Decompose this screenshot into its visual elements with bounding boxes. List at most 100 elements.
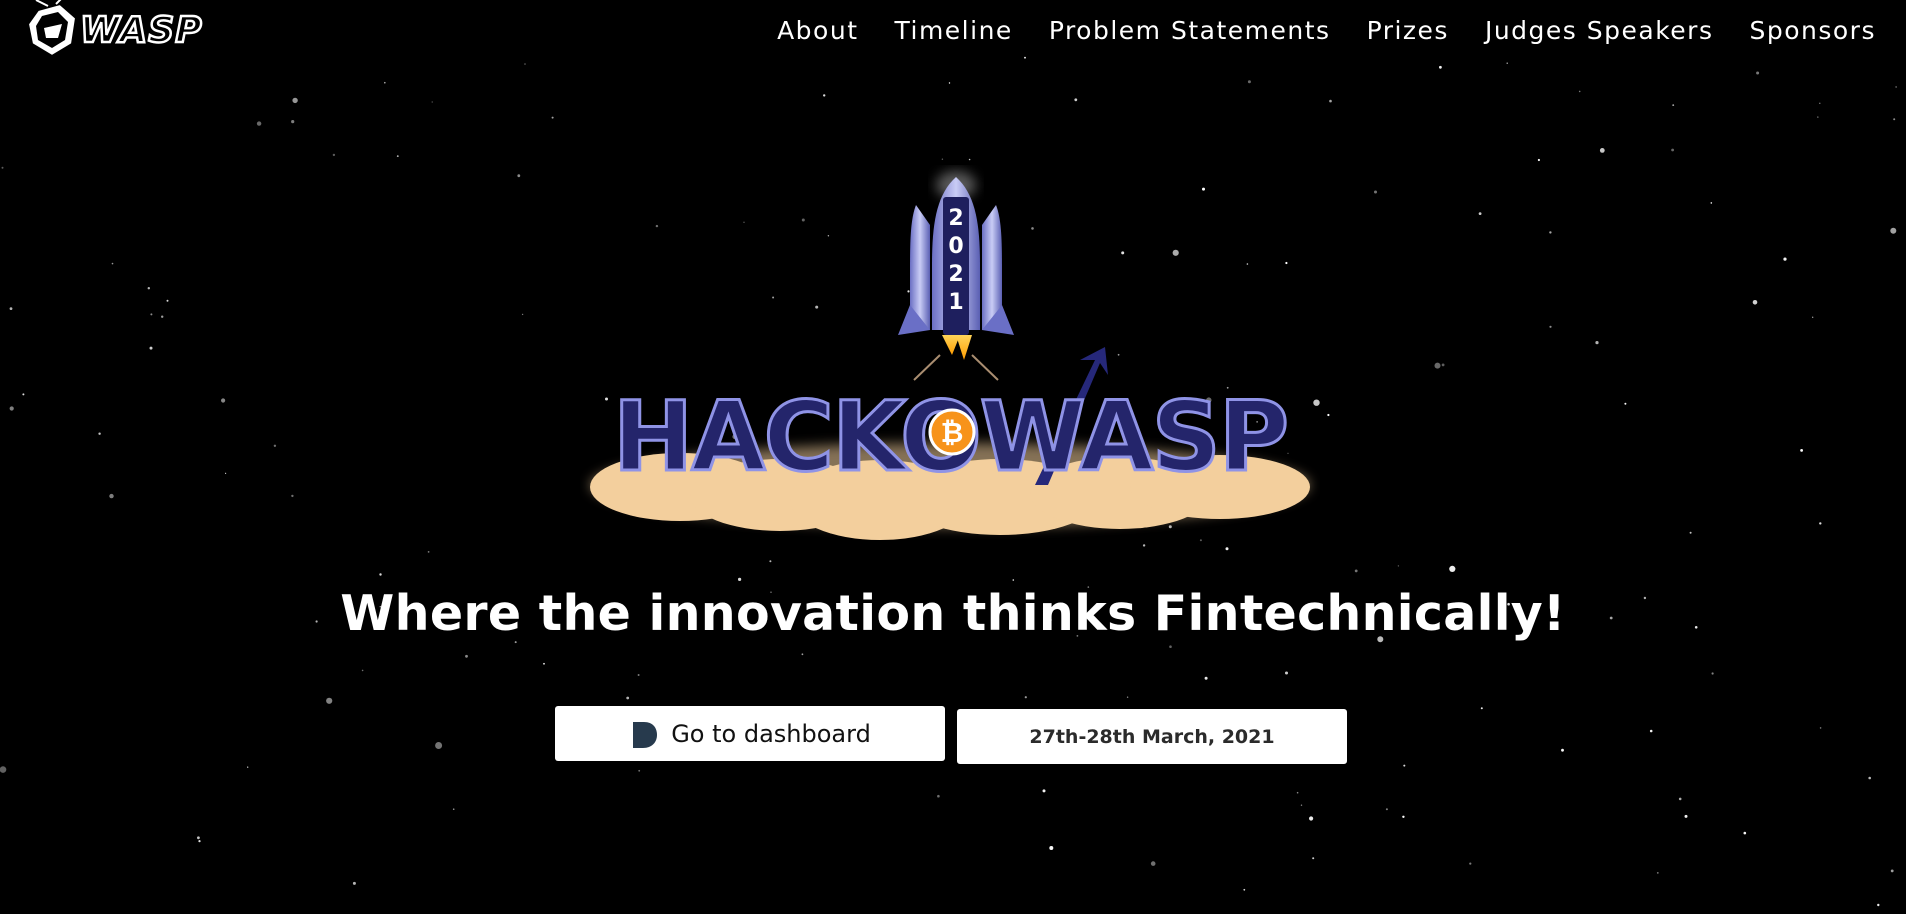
star bbox=[1537, 158, 1540, 162]
star bbox=[1672, 104, 1675, 106]
star bbox=[941, 158, 944, 160]
star bbox=[1599, 148, 1605, 153]
star bbox=[1819, 522, 1822, 525]
star bbox=[1756, 71, 1760, 75]
star bbox=[638, 769, 641, 772]
star bbox=[1549, 231, 1552, 234]
rocket-year-digit-2: 0 bbox=[948, 234, 963, 259]
nav-judges-speakers[interactable]: Judges Speakers bbox=[1467, 12, 1732, 49]
star bbox=[1895, 86, 1897, 88]
event-date-label: 27th-28th March, 2021 bbox=[1029, 725, 1275, 748]
star bbox=[1309, 816, 1314, 821]
star bbox=[1296, 791, 1299, 794]
star bbox=[769, 560, 772, 563]
star bbox=[1893, 118, 1896, 121]
bitcoin-icon: ₿ bbox=[928, 408, 976, 456]
star bbox=[1817, 116, 1819, 118]
nav-prizes[interactable]: Prizes bbox=[1349, 12, 1467, 49]
star bbox=[147, 287, 150, 290]
star bbox=[221, 398, 226, 403]
nav-problem-statements[interactable]: Problem Statements bbox=[1031, 12, 1349, 49]
star bbox=[1561, 748, 1564, 752]
star bbox=[1329, 99, 1332, 103]
star bbox=[22, 393, 25, 396]
star bbox=[1595, 341, 1599, 345]
go-to-dashboard-button[interactable]: Go to dashboard bbox=[555, 706, 945, 761]
star bbox=[1327, 413, 1330, 417]
star bbox=[1689, 531, 1692, 534]
star bbox=[1312, 857, 1315, 860]
top-nav: About Timeline Problem Statements Prizes… bbox=[759, 12, 1894, 49]
star bbox=[361, 669, 364, 672]
star bbox=[1397, 565, 1400, 567]
star bbox=[384, 81, 386, 84]
star bbox=[823, 94, 826, 97]
star bbox=[1684, 814, 1688, 818]
star bbox=[111, 262, 114, 265]
star bbox=[1204, 676, 1208, 680]
star bbox=[1549, 325, 1552, 328]
star bbox=[524, 63, 526, 65]
star bbox=[1710, 202, 1713, 204]
star bbox=[1403, 764, 1406, 767]
star bbox=[1024, 696, 1027, 699]
star bbox=[225, 472, 227, 474]
nav-timeline[interactable]: Timeline bbox=[877, 12, 1031, 49]
star bbox=[1049, 846, 1054, 850]
nav-sponsors[interactable]: Sponsors bbox=[1731, 12, 1894, 49]
star bbox=[1402, 815, 1405, 818]
star bbox=[1449, 565, 1456, 573]
star bbox=[1385, 808, 1388, 811]
star bbox=[197, 836, 200, 840]
hero-tagline: Where the innovation thinks Fintechnical… bbox=[340, 585, 1566, 642]
star bbox=[1, 166, 4, 169]
star bbox=[1434, 362, 1441, 369]
event-date-button[interactable]: 27th-28th March, 2021 bbox=[957, 709, 1347, 764]
star bbox=[1649, 729, 1653, 733]
star bbox=[1877, 903, 1880, 907]
star bbox=[198, 840, 201, 843]
star bbox=[637, 674, 640, 676]
star bbox=[1300, 804, 1303, 806]
dashboard-button-label: Go to dashboard bbox=[671, 719, 871, 748]
star bbox=[1374, 190, 1377, 194]
star bbox=[291, 494, 294, 498]
star bbox=[948, 82, 951, 84]
nav-about[interactable]: About bbox=[759, 12, 876, 49]
star bbox=[465, 654, 468, 658]
star bbox=[1711, 672, 1714, 675]
star bbox=[1656, 872, 1659, 874]
wasp-mascot-icon bbox=[26, 0, 78, 58]
star bbox=[1506, 62, 1508, 64]
star bbox=[1169, 645, 1172, 648]
rocket-year-digit-1: 2 bbox=[948, 206, 963, 231]
star bbox=[1812, 316, 1814, 318]
star bbox=[1819, 102, 1821, 105]
star bbox=[1126, 696, 1129, 698]
star bbox=[1890, 227, 1897, 234]
star bbox=[1024, 56, 1026, 59]
star bbox=[1469, 862, 1472, 865]
star bbox=[1150, 861, 1156, 866]
star bbox=[149, 346, 153, 350]
star bbox=[292, 97, 298, 104]
star bbox=[109, 493, 114, 499]
star bbox=[379, 573, 382, 576]
star bbox=[1480, 707, 1483, 710]
star bbox=[1783, 257, 1787, 261]
star bbox=[427, 551, 430, 553]
star bbox=[326, 697, 333, 704]
wasp-logo[interactable]: WASP bbox=[18, 0, 250, 60]
star bbox=[521, 313, 524, 316]
star bbox=[1800, 449, 1803, 452]
star bbox=[9, 307, 13, 310]
star bbox=[98, 432, 101, 435]
star bbox=[1868, 776, 1871, 780]
star bbox=[1752, 300, 1758, 305]
star bbox=[1819, 727, 1822, 729]
star bbox=[1890, 869, 1894, 873]
rocket-year-digit-4: 1 bbox=[948, 290, 963, 315]
star bbox=[968, 158, 971, 161]
star bbox=[937, 794, 940, 798]
star bbox=[1354, 569, 1358, 573]
